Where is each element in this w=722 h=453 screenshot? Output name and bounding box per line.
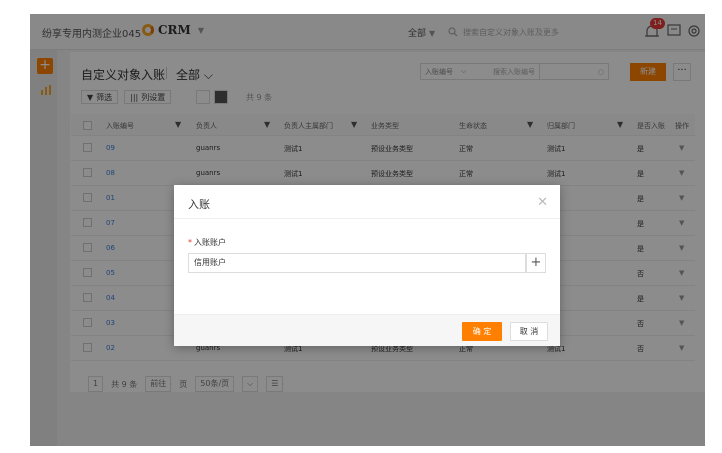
dialog-footer: 确 定 取 消: [174, 314, 560, 346]
cancel-button[interactable]: 取 消: [510, 322, 548, 341]
account-field[interactable]: 信用账户: [188, 253, 526, 273]
dialog-title: 入账: [188, 198, 210, 211]
required-mark: *: [188, 238, 192, 247]
close-icon[interactable]: ✕: [537, 195, 548, 210]
plus-icon[interactable]: +: [526, 253, 546, 273]
booking-dialog: 入账 ✕ * 入账账户 信用账户 + 确 定 取 消: [174, 185, 560, 346]
account-field-label-text: 入账账户: [194, 238, 226, 247]
dialog-divider: [174, 218, 560, 219]
confirm-button[interactable]: 确 定: [462, 322, 502, 341]
account-field-label: * 入账账户: [188, 237, 226, 248]
